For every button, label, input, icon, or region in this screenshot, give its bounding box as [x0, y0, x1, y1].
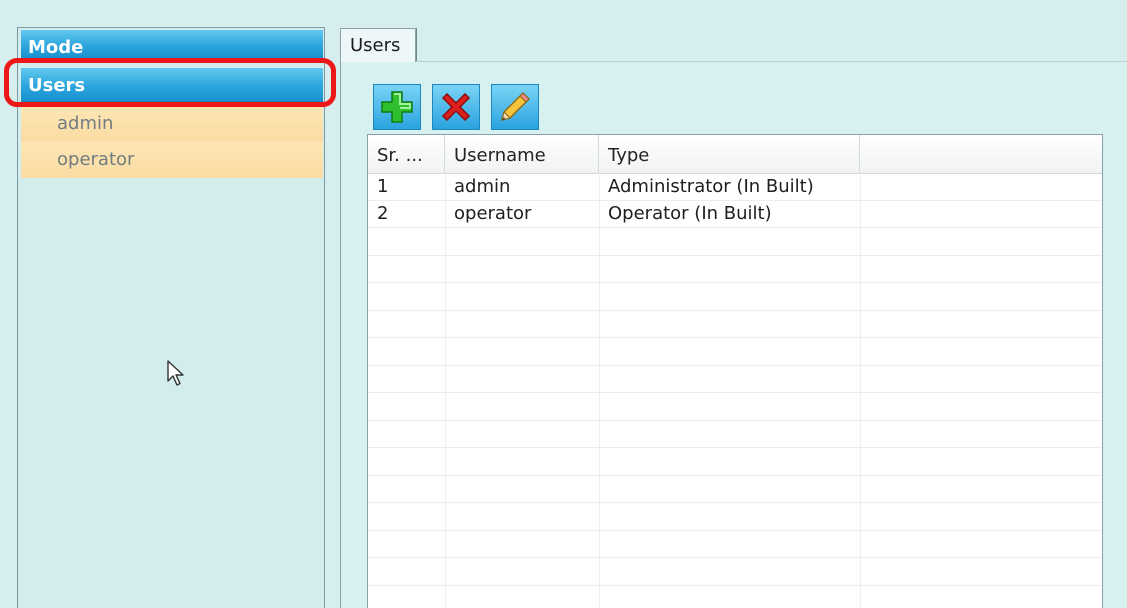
- row-divider: [368, 255, 1102, 256]
- row-divider: [368, 392, 1102, 393]
- cell-username: operator: [454, 203, 532, 224]
- row-divider: [368, 557, 1102, 558]
- row-divider: [368, 530, 1102, 531]
- cell-username: admin: [454, 176, 511, 197]
- cell-type: Administrator (In Built): [608, 176, 814, 197]
- column-header-empty: [860, 135, 1102, 173]
- delete-user-button[interactable]: [432, 84, 480, 130]
- cell-type: Operator (In Built): [608, 203, 772, 224]
- row-divider: [368, 447, 1102, 448]
- pencil-icon: [501, 92, 530, 121]
- table-header: Sr. ... Username Type: [368, 135, 1102, 174]
- row-divider: [368, 310, 1102, 311]
- column-header-sr[interactable]: Sr. ...: [368, 135, 445, 173]
- nav-section-mode[interactable]: Mode: [21, 30, 323, 60]
- navigation-panel: Mode Users admin operator: [17, 27, 325, 608]
- nav-item-label: operator: [57, 149, 135, 170]
- row-divider: [368, 282, 1102, 283]
- tab-users-label: Users: [350, 35, 401, 56]
- mouse-pointer-icon: [167, 360, 184, 386]
- nav-section-users-label: Users: [28, 75, 86, 96]
- column-divider: [445, 173, 446, 608]
- row-divider: [368, 337, 1102, 338]
- column-divider: [599, 173, 600, 608]
- green-plus-icon: [381, 91, 413, 123]
- nav-item-operator[interactable]: operator: [21, 142, 323, 178]
- row-divider: [368, 420, 1102, 421]
- tab-divider: [416, 28, 417, 61]
- nav-section-mode-label: Mode: [28, 37, 84, 58]
- column-header-type[interactable]: Type: [599, 135, 860, 173]
- row-divider: [368, 502, 1102, 503]
- row-divider: [368, 365, 1102, 366]
- users-table: Sr. ... Username Type 1 admin Administra…: [367, 134, 1103, 608]
- cell-sr: 1: [377, 176, 389, 197]
- column-divider: [860, 173, 861, 608]
- add-user-button[interactable]: [373, 84, 421, 130]
- tab-users[interactable]: Users: [340, 28, 416, 62]
- nav-item-admin[interactable]: admin: [21, 106, 323, 142]
- row-divider: [368, 585, 1102, 586]
- table-row[interactable]: 1 admin Administrator (In Built): [368, 174, 1102, 202]
- red-x-icon: [441, 92, 471, 122]
- nav-section-users[interactable]: Users: [21, 68, 323, 102]
- row-divider: [368, 475, 1102, 476]
- column-header-username[interactable]: Username: [445, 135, 599, 173]
- edit-user-button[interactable]: [491, 84, 539, 130]
- cell-sr: 2: [377, 203, 389, 224]
- table-row[interactable]: 2 operator Operator (In Built): [368, 201, 1102, 229]
- nav-item-label: admin: [57, 113, 114, 134]
